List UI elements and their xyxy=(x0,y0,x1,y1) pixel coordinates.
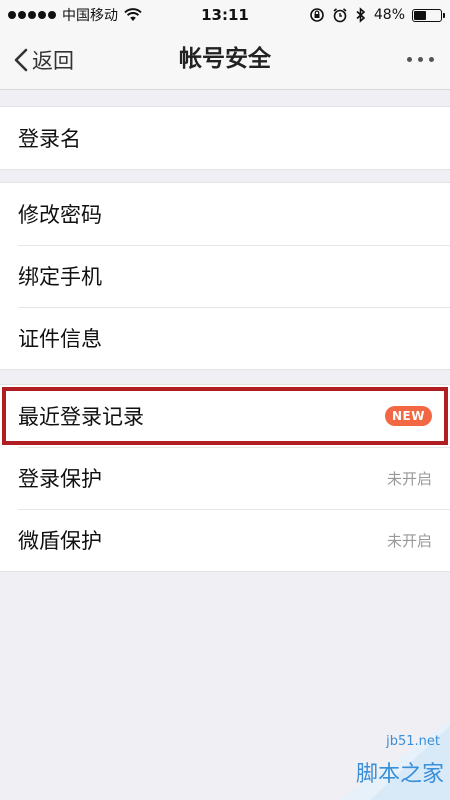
list-item-label: 修改密码 xyxy=(18,203,102,227)
watermark: jb51.net 脚本之家 xyxy=(310,720,450,800)
signal-strength-icon xyxy=(8,11,56,19)
list-item-label: 绑定手机 xyxy=(18,265,102,289)
alarm-icon xyxy=(333,8,347,23)
carrier-name: 中国移动 xyxy=(62,8,118,24)
list-item-label: 证件信息 xyxy=(18,327,102,351)
list-item-recent-logins[interactable]: 最近登录记录 NEW xyxy=(0,385,450,447)
list-item-bind-phone[interactable]: 绑定手机 xyxy=(0,245,450,307)
status-value: 未开启 xyxy=(386,531,432,550)
new-badge: NEW xyxy=(385,406,432,426)
watermark-site: jb51.net xyxy=(386,734,440,749)
screen: 中国移动 13:11 48% 返回 帐号安全 登录名 修改密码 绑定手机 证件信… xyxy=(0,0,450,800)
status-bar: 中国移动 13:11 48% xyxy=(0,0,450,30)
list-item-change-password[interactable]: 修改密码 xyxy=(0,183,450,245)
rotation-lock-icon xyxy=(310,8,324,22)
bluetooth-icon xyxy=(356,7,366,23)
more-dot-icon xyxy=(418,57,423,62)
settings-group-protection: 最近登录记录 NEW 登录保护 未开启 微盾保护 未开启 xyxy=(0,384,450,572)
more-options-button[interactable] xyxy=(407,30,434,89)
back-label: 返回 xyxy=(32,48,74,73)
list-item-label: 登录保护 xyxy=(18,467,102,491)
list-item-login-protection[interactable]: 登录保护 未开启 xyxy=(0,447,450,509)
more-dot-icon xyxy=(429,57,434,62)
status-value: 未开启 xyxy=(386,469,432,488)
more-dot-icon xyxy=(407,57,412,62)
back-button[interactable]: 返回 xyxy=(14,30,74,89)
settings-group-account: 登录名 xyxy=(0,106,450,170)
list-item-login-name[interactable]: 登录名 xyxy=(0,107,450,169)
watermark-graphic xyxy=(340,720,450,800)
list-item-label: 最近登录记录 xyxy=(18,405,144,429)
battery-percent: 48% xyxy=(373,7,405,23)
settings-group-credentials: 修改密码 绑定手机 证件信息 xyxy=(0,182,450,370)
battery-icon xyxy=(412,8,445,22)
watermark-name: 脚本之家 xyxy=(355,762,444,787)
nav-bar: 返回 帐号安全 xyxy=(0,30,450,90)
wifi-icon xyxy=(124,8,142,21)
chevron-left-icon xyxy=(14,48,28,71)
list-item-label: 微盾保护 xyxy=(18,529,102,553)
list-item-label: 登录名 xyxy=(18,127,81,151)
list-item-shield-protection[interactable]: 微盾保护 未开启 xyxy=(0,509,450,571)
list-item-id-info[interactable]: 证件信息 xyxy=(0,307,450,369)
